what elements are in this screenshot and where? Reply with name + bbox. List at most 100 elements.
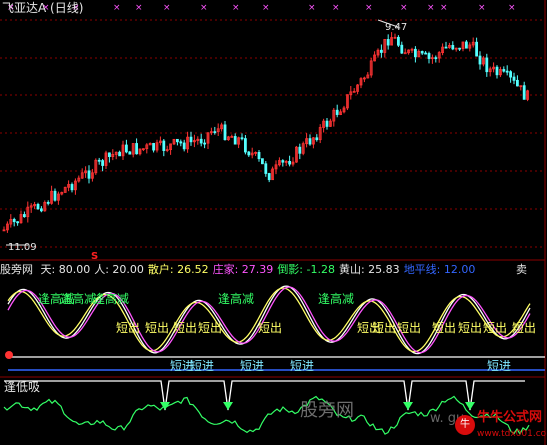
short-sell-signal: 短出 <box>372 321 397 335</box>
short-sell-signal: 短出 <box>512 321 537 335</box>
candle-body <box>335 109 339 115</box>
chart-title: 飞亚达A (日线) <box>2 1 84 15</box>
candle-body <box>182 142 186 150</box>
x-marker: × <box>135 3 143 13</box>
candle-body <box>288 160 292 165</box>
candle-body <box>135 143 139 155</box>
candle-body <box>36 203 40 210</box>
candle-body <box>233 136 237 145</box>
indicator-value-6: 地平线: 12.00 <box>403 263 476 276</box>
site-logo: 牛 牛牛公式网 www.tdx001.com <box>455 410 547 442</box>
logo-url: www.tdx001.com <box>477 429 547 439</box>
candle-body <box>213 131 217 134</box>
short-sell-signal: 短出 <box>432 321 457 335</box>
candle-body <box>175 138 179 143</box>
candle-body <box>108 152 111 157</box>
candle-body <box>152 143 156 151</box>
short-sell-signal: 短出 <box>173 321 198 335</box>
candle-body <box>128 151 132 155</box>
short-buy-signal: 短进 <box>190 359 215 373</box>
indicator-value-2: 散户: 26.52 <box>147 263 209 276</box>
candle-body <box>22 214 26 218</box>
candle-body <box>400 44 404 54</box>
x-marker: × <box>400 3 408 13</box>
sub-panel-title: 逢低吸 <box>4 380 41 394</box>
candle-body <box>46 202 50 204</box>
x-marker: × <box>478 3 486 13</box>
candle-body <box>223 124 227 141</box>
candle-body <box>403 52 407 55</box>
x-marker: × <box>427 3 435 13</box>
short-buy-signal: 短进 <box>290 359 315 373</box>
candle-body <box>12 218 16 223</box>
logo-name: 牛牛公式网 <box>477 410 543 425</box>
price-grid <box>0 19 545 248</box>
candle-body <box>420 51 424 54</box>
candle-body <box>267 173 271 181</box>
high-reduce-signal: 逢高减 <box>93 292 130 306</box>
sub-indicator-line-white <box>4 380 525 411</box>
short-buy-signal: 短进 <box>487 359 512 373</box>
short-sell-signal: 短出 <box>198 321 223 335</box>
buy-arrow <box>465 402 475 410</box>
candle-body <box>315 137 319 141</box>
indicator-name: 股旁网 <box>0 263 33 276</box>
short-sell-signal: 短出 <box>397 321 422 335</box>
candle-body <box>257 151 261 160</box>
candle-body <box>87 170 91 179</box>
candle-body <box>512 76 516 81</box>
short-sell-signal: 短出 <box>116 321 141 335</box>
x-marker: × <box>200 3 208 13</box>
signal-s-mark: S <box>91 251 99 262</box>
indicator-value-3: 庄家: 27.39 <box>212 263 274 276</box>
candle-body <box>424 52 428 55</box>
candle-body <box>308 138 312 145</box>
short-sell-signal: 短出 <box>483 321 508 335</box>
x-marker: × <box>440 3 448 13</box>
candle-body <box>243 138 247 153</box>
candle-body <box>396 36 400 46</box>
logo-badge: 牛 <box>455 415 475 435</box>
indicator-value-5: 黄山: 25.83 <box>338 263 400 276</box>
buy-arrow <box>403 402 413 410</box>
candle-body <box>427 53 431 59</box>
watermark-text: 股旁网 <box>300 400 354 421</box>
candle-body <box>451 44 455 50</box>
low-price-label: 11.09 <box>8 242 37 253</box>
x-marker: × <box>308 3 316 13</box>
indicator-value-1: 人: 20.00 <box>94 263 144 276</box>
stock-chart[interactable]: × × × × × × × × × × × × × × × × × <box>0 0 547 445</box>
candle-body <box>495 66 499 76</box>
x-marker: × <box>163 3 171 13</box>
candle-body <box>70 184 74 191</box>
indicator-value-4: 倒影: -1.28 <box>277 263 335 276</box>
buy-arrow <box>223 402 233 410</box>
candle-body <box>97 159 101 162</box>
short-sell-signal: 短出 <box>458 321 483 335</box>
sell-menu-button[interactable]: 卖 <box>516 263 527 276</box>
candle-body <box>475 41 479 57</box>
candle-body <box>458 47 462 50</box>
candle-body <box>464 41 468 49</box>
x-marker: × <box>113 3 121 13</box>
candle-body <box>101 160 104 166</box>
candle-body <box>485 57 489 73</box>
candle-body <box>502 69 506 72</box>
high-reduce-signal: 逢高减 <box>60 292 97 306</box>
candle-body <box>125 144 128 153</box>
candle-body <box>379 49 383 53</box>
candle-body <box>260 158 264 165</box>
candle-body <box>478 55 482 65</box>
candle-body <box>325 120 329 127</box>
candle-body <box>240 137 244 140</box>
x-marker: × <box>508 3 516 13</box>
candle-body <box>203 142 207 145</box>
candle-body <box>281 160 285 163</box>
candle-body <box>509 71 513 78</box>
short-sell-signal: 短出 <box>145 321 170 335</box>
candle-body <box>162 140 166 151</box>
candle-body <box>413 48 417 58</box>
candle-body <box>298 146 302 154</box>
x-marker: × <box>232 3 240 13</box>
indicator-readout: 股旁网 天: 80.00 人: 20.00 散户: 26.52 庄家: 27.39 倒影… <box>0 263 483 276</box>
